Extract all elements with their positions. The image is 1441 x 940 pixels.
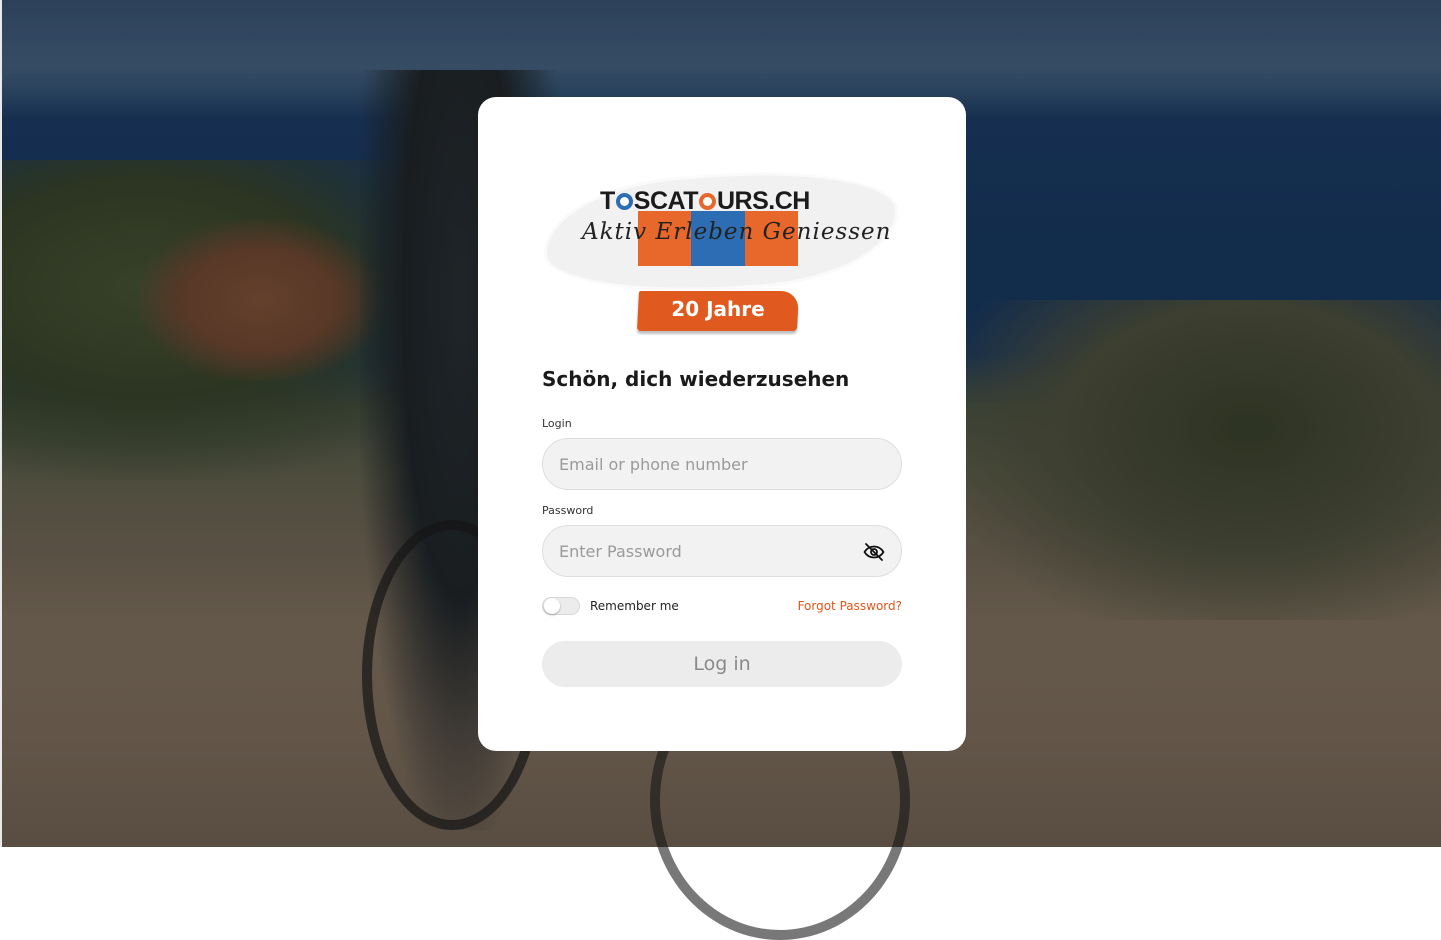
remember-me-label: Remember me — [590, 599, 679, 613]
forgot-password-link[interactable]: Forgot Password? — [798, 599, 902, 613]
password-input[interactable] — [542, 525, 902, 577]
logo-ring-blue — [615, 193, 633, 210]
login-input[interactable] — [542, 438, 902, 490]
remember-me-toggle[interactable] — [542, 597, 580, 615]
logo-anniversary-text: 20 Jahre — [671, 297, 765, 321]
logo-title-part: URS.CH — [716, 187, 810, 215]
logo-ring-orange — [698, 193, 716, 210]
logo-title-part: T — [600, 187, 615, 215]
login-label: Login — [542, 417, 572, 430]
toggle-knob — [544, 598, 560, 614]
eye-off-icon[interactable] — [862, 540, 886, 564]
brand-logo: T SCAT URS.CH Aktiv Erleben Geniessen 20 J… — [542, 163, 902, 343]
login-card: T SCAT URS.CH Aktiv Erleben Geniessen 20 J… — [478, 97, 966, 751]
page-title: Schön, dich wiederzusehen — [542, 367, 850, 391]
logo-title: T SCAT URS.CH — [600, 187, 810, 216]
background-edge — [0, 0, 2, 847]
logo-title-part: SCAT — [633, 187, 699, 215]
login-button[interactable]: Log in — [542, 641, 902, 687]
logo-tagline: Aktiv Erleben Geniessen — [582, 219, 892, 245]
password-label: Password — [542, 504, 594, 517]
